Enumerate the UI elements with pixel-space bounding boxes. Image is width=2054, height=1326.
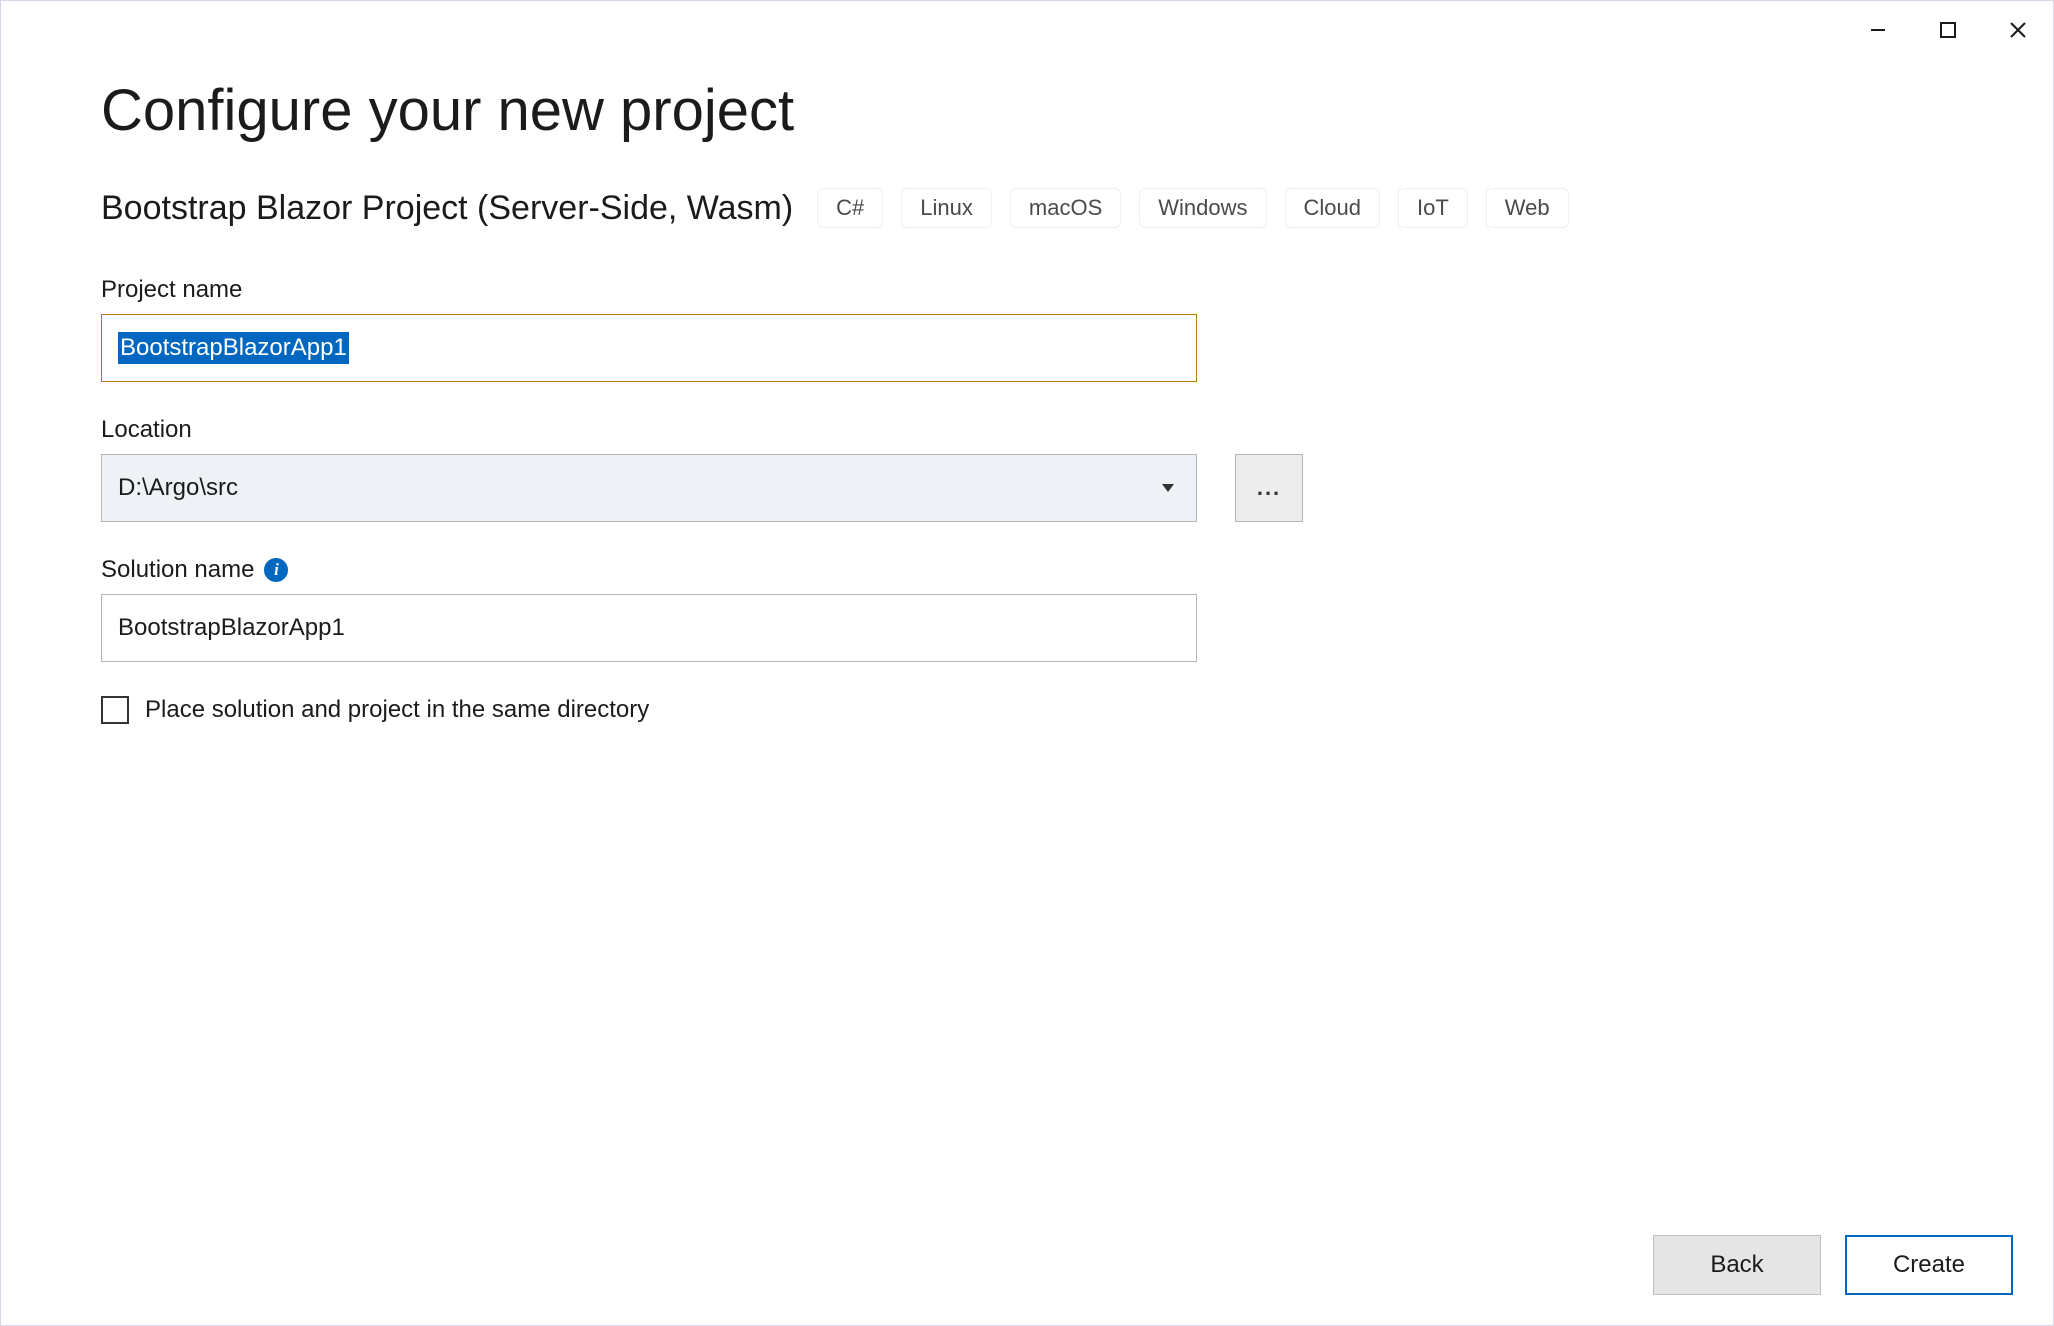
minimize-button[interactable] [1843, 1, 1913, 59]
subtitle-row: Bootstrap Blazor Project (Server-Side, W… [101, 188, 1953, 228]
info-icon[interactable]: i [264, 558, 288, 582]
template-name: Bootstrap Blazor Project (Server-Side, W… [101, 189, 793, 228]
solution-name-label: Solution name i [101, 556, 1953, 584]
content-area: Configure your new project Bootstrap Bla… [1, 59, 2053, 1325]
same-directory-row: Place solution and project in the same d… [101, 696, 1953, 724]
create-button[interactable]: Create [1845, 1235, 2013, 1295]
tag: C# [817, 188, 883, 228]
location-value: D:\Argo\src [118, 474, 238, 502]
browse-button[interactable]: ... [1235, 454, 1303, 522]
chevron-down-icon [1162, 484, 1174, 492]
tag: macOS [1010, 188, 1121, 228]
solution-name-field: Solution name i BootstrapBlazorApp1 [101, 556, 1953, 662]
tag: Windows [1139, 188, 1266, 228]
location-row: D:\Argo\src ... [101, 454, 1953, 522]
location-field: Location D:\Argo\src ... [101, 416, 1953, 522]
close-icon [2009, 21, 2027, 39]
footer-buttons: Back Create [1653, 1235, 2013, 1295]
titlebar [1, 1, 2053, 59]
project-name-field: Project name BootstrapBlazorApp1 [101, 276, 1953, 382]
project-name-label: Project name [101, 276, 1953, 304]
location-label: Location [101, 416, 1953, 444]
page-title: Configure your new project [101, 77, 1953, 144]
solution-name-value: BootstrapBlazorApp1 [118, 614, 345, 642]
browse-label: ... [1257, 475, 1281, 501]
tag: Web [1486, 188, 1569, 228]
project-name-value: BootstrapBlazorApp1 [118, 332, 349, 364]
dialog-window: Configure your new project Bootstrap Bla… [0, 0, 2054, 1326]
tag-list: C# Linux macOS Windows Cloud IoT Web [817, 188, 1568, 228]
project-name-input[interactable]: BootstrapBlazorApp1 [101, 314, 1197, 382]
minimize-icon [1869, 21, 1887, 39]
back-button[interactable]: Back [1653, 1235, 1821, 1295]
create-button-label: Create [1893, 1251, 1965, 1279]
same-directory-label: Place solution and project in the same d… [145, 696, 649, 724]
tag: Cloud [1285, 188, 1380, 228]
back-button-label: Back [1710, 1251, 1763, 1279]
close-button[interactable] [1983, 1, 2053, 59]
maximize-icon [1939, 21, 1957, 39]
maximize-button[interactable] [1913, 1, 1983, 59]
tag: Linux [901, 188, 992, 228]
location-combobox[interactable]: D:\Argo\src [101, 454, 1197, 522]
solution-name-input[interactable]: BootstrapBlazorApp1 [101, 594, 1197, 662]
tag: IoT [1398, 188, 1468, 228]
solution-name-label-text: Solution name [101, 556, 254, 584]
same-directory-checkbox[interactable] [101, 696, 129, 724]
